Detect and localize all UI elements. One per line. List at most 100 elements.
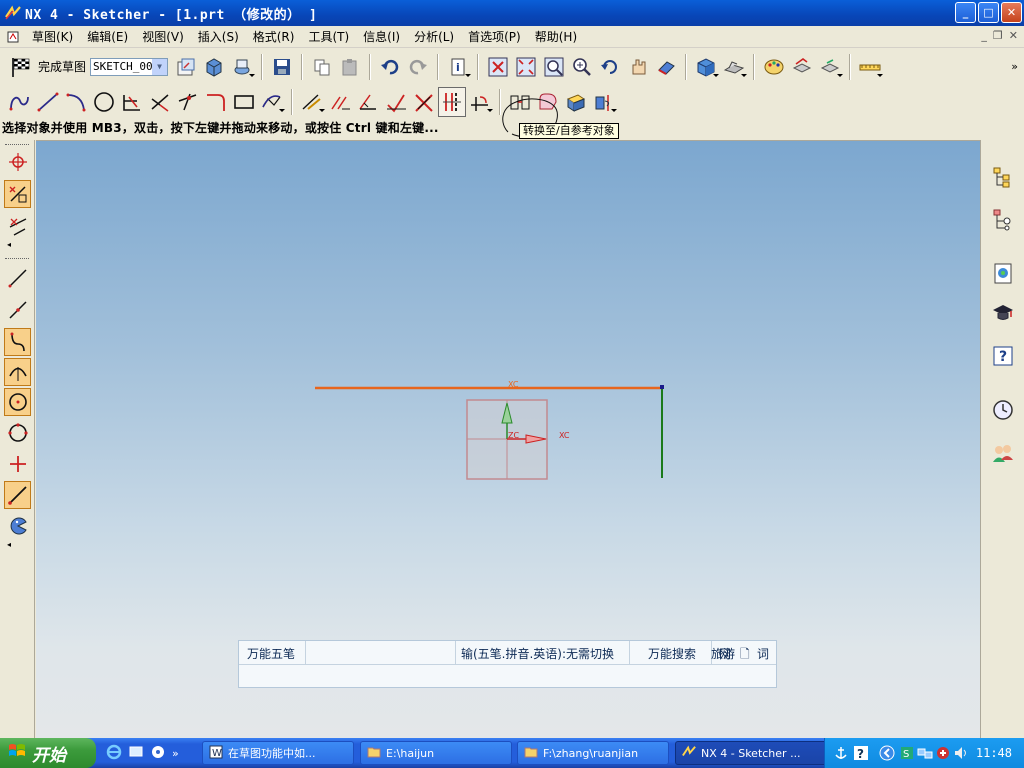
media-icon[interactable] [150, 744, 166, 763]
line-tool-icon[interactable] [4, 264, 31, 292]
show-remove-constraints-icon[interactable] [410, 87, 438, 117]
shaded-view-icon[interactable] [692, 52, 720, 82]
toolbar-overflow-chevron[interactable]: » [1011, 60, 1018, 73]
measure-distance-icon[interactable] [856, 52, 884, 82]
menu-tools[interactable]: 工具(T) [301, 27, 356, 47]
ime-mode[interactable]: 输(五笔.拼音.英语):无需切换 [461, 645, 614, 662]
part-navigator-icon[interactable] [990, 206, 1016, 232]
clock-icon[interactable] [990, 397, 1016, 423]
reattach-sketch-icon[interactable] [228, 52, 256, 82]
title-bar[interactable]: NX 4 - Sketcher - [1.prt （修改的） ] _ □ ✕ [0, 0, 1024, 26]
quick-extend-icon[interactable] [146, 87, 174, 117]
snap-point-icon[interactable] [4, 212, 31, 240]
paste-icon[interactable] [336, 52, 364, 82]
menu-format[interactable]: 格式(R) [246, 27, 302, 47]
palette-icon[interactable] [760, 52, 788, 82]
fillet-icon[interactable] [202, 87, 230, 117]
expand-arrow-icon[interactable]: ◂ [7, 240, 11, 249]
tray-expand-icon[interactable] [879, 745, 895, 764]
fit-view-icon[interactable] [484, 52, 512, 82]
document-icon[interactable] [5, 29, 21, 45]
zoom-area-icon[interactable] [540, 52, 568, 82]
close-button[interactable]: ✕ [1001, 2, 1022, 23]
convert-to-reference-icon[interactable] [438, 86, 466, 117]
orient-view-to-model-icon[interactable] [200, 52, 228, 82]
pan-icon[interactable] [624, 52, 652, 82]
show-constraints-icon[interactable] [382, 87, 410, 117]
zoom-icon[interactable] [568, 52, 596, 82]
chevron-down-icon[interactable]: ▼ [152, 58, 168, 75]
ime-word-button[interactable]: 词 [757, 645, 769, 662]
wcs-icon[interactable] [816, 52, 844, 82]
line-tool-2-icon[interactable] [4, 296, 31, 324]
menu-insert[interactable]: 插入(S) [191, 27, 246, 47]
history-palette-icon[interactable] [990, 260, 1016, 286]
ime-name[interactable]: 万能五笔 [247, 645, 295, 662]
quick-trim-icon[interactable] [118, 87, 146, 117]
finish-sketch-button[interactable]: 完成草图 [34, 58, 90, 75]
antivirus-tray-icon[interactable] [935, 745, 951, 764]
point-icon[interactable] [4, 148, 31, 176]
revolve-icon[interactable] [590, 87, 618, 117]
rectangle-icon[interactable] [230, 87, 258, 117]
mdi-restore-button[interactable]: ❐ [993, 29, 1003, 42]
constraints-icon[interactable] [326, 87, 354, 117]
taskbar-item-word[interactable]: W 在草图功能中如... [202, 741, 354, 765]
circle-center-tool-icon[interactable] [4, 388, 31, 416]
pacman-icon[interactable] [4, 512, 31, 540]
spline-tool-icon[interactable] [4, 328, 31, 356]
save-icon[interactable] [268, 52, 296, 82]
point-cross-icon[interactable] [4, 450, 31, 478]
rotate-icon[interactable] [596, 52, 624, 82]
view-orientation-icon[interactable] [720, 52, 748, 82]
dimension-icon[interactable] [298, 87, 326, 117]
circle-icon[interactable] [90, 87, 118, 117]
make-corner-icon[interactable] [174, 87, 202, 117]
menu-help[interactable]: 帮助(H) [528, 27, 584, 47]
security-tray-icon[interactable]: S [899, 745, 915, 764]
quick-launch-more[interactable]: » [172, 747, 179, 760]
taskbar-item-folder-haijun[interactable]: E:\haijun [360, 741, 512, 765]
assembly-navigator-icon[interactable] [990, 164, 1016, 190]
help-tray-icon[interactable]: ? [853, 745, 869, 764]
eraser-icon[interactable] [652, 52, 680, 82]
profile-icon[interactable] [6, 87, 34, 117]
taskbar-item-folder-ruanjian[interactable]: F:\zhang\ruanjian [517, 741, 669, 765]
users-icon[interactable] [990, 440, 1016, 466]
copy-icon[interactable] [308, 52, 336, 82]
network-tray-icon[interactable] [917, 745, 933, 764]
start-button[interactable]: 开始 [0, 738, 96, 768]
layer-settings-icon[interactable] [788, 52, 816, 82]
undo-icon[interactable] [376, 52, 404, 82]
help-icon[interactable]: ? [990, 343, 1016, 369]
anchor-icon[interactable] [833, 745, 849, 764]
information-icon[interactable]: i [444, 52, 472, 82]
ime-doc-button[interactable]: 🗋 [740, 645, 750, 666]
menu-edit[interactable]: 编辑(E) [80, 27, 135, 47]
volume-tray-icon[interactable] [953, 745, 969, 764]
mdi-minimize-button[interactable]: _ [981, 29, 987, 42]
menu-preferences[interactable]: 首选项(P) [461, 27, 528, 47]
menu-sketch[interactable]: 草图(K) [25, 27, 80, 47]
sketch-name-dropdown[interactable]: SKETCH_000 ▼ [90, 57, 169, 76]
ime-search[interactable]: 万能搜索 [648, 645, 696, 662]
taskbar-item-nx[interactable]: NX 4 - Sketcher ... [675, 741, 827, 765]
maximize-button[interactable]: □ [978, 2, 999, 23]
menu-view[interactable]: 视图(V) [135, 27, 191, 47]
zoom-window-icon[interactable] [512, 52, 540, 82]
expand-arrow-icon[interactable]: ◂ [7, 540, 11, 549]
ie-icon[interactable] [106, 744, 122, 763]
alternate-solution-icon[interactable] [466, 87, 494, 117]
desktop-icon[interactable] [128, 744, 144, 763]
circle-three-point-icon[interactable] [4, 419, 31, 447]
menu-info[interactable]: 信息(I) [356, 27, 407, 47]
line-icon[interactable] [34, 87, 62, 117]
menu-analysis[interactable]: 分析(L) [407, 27, 461, 47]
redo-icon[interactable] [404, 52, 432, 82]
minimize-button[interactable]: _ [955, 2, 976, 23]
mdi-close-button[interactable]: ✕ [1009, 29, 1018, 42]
studio-spline-icon[interactable] [258, 87, 286, 117]
arc-icon[interactable] [62, 87, 90, 117]
orient-view-to-sketch-icon[interactable] [172, 52, 200, 82]
ime-candidate[interactable]: 旅游 [711, 645, 735, 662]
